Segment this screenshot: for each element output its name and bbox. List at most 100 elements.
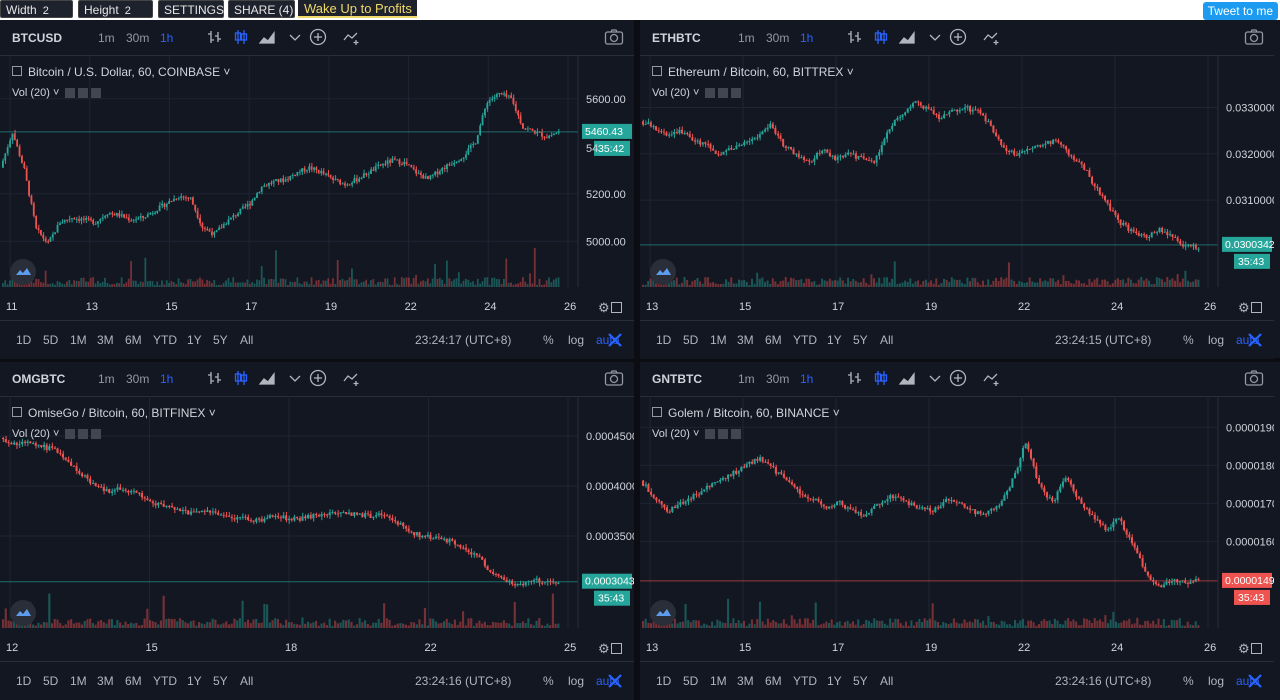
range-5y[interactable]: 5Y — [213, 674, 228, 688]
range-1d[interactable]: 1D — [656, 333, 671, 347]
area-style-icon[interactable] — [898, 369, 916, 387]
interval-30m[interactable]: 30m — [126, 31, 149, 45]
range-all[interactable]: All — [880, 333, 893, 347]
range-5d[interactable]: 5D — [43, 333, 58, 347]
range-6m[interactable]: 6M — [765, 674, 782, 688]
gear-icon[interactable]: ⚙ — [1238, 300, 1250, 316]
range-1y[interactable]: 1Y — [187, 674, 202, 688]
collapse-icon[interactable] — [652, 407, 662, 417]
range-ytd[interactable]: YTD — [793, 333, 817, 347]
range-all[interactable]: All — [880, 674, 893, 688]
chevron-down-icon[interactable]: ˅ — [50, 428, 63, 440]
interval-1h[interactable]: 1h — [800, 372, 813, 386]
gear-icon[interactable] — [78, 88, 89, 99]
collapse-icon[interactable] — [12, 407, 22, 417]
interval-1m[interactable]: 1m — [98, 372, 115, 386]
plus-circle-icon[interactable] — [309, 369, 327, 387]
range-ytd[interactable]: YTD — [153, 333, 177, 347]
eye-icon[interactable] — [65, 88, 76, 99]
range-1m[interactable]: 1M — [710, 333, 727, 347]
chevron-down-icon[interactable] — [286, 28, 304, 46]
close-icon[interactable] — [91, 88, 102, 99]
collapse-icon[interactable] — [652, 66, 662, 76]
plus-circle-icon[interactable] — [309, 28, 327, 46]
symbol-selector[interactable]: BTCUSD — [12, 31, 62, 45]
log-toggle[interactable]: log — [1208, 674, 1224, 688]
range-1y[interactable]: 1Y — [827, 674, 842, 688]
tradingview-logo-icon[interactable] — [10, 259, 36, 285]
symbol-selector[interactable]: ETHBTC — [652, 31, 701, 45]
range-ytd[interactable]: YTD — [153, 674, 177, 688]
range-3m[interactable]: 3M — [737, 333, 754, 347]
range-3m[interactable]: 3M — [97, 333, 114, 347]
range-5y[interactable]: 5Y — [213, 333, 228, 347]
percent-toggle[interactable]: % — [543, 333, 554, 347]
gear-icon[interactable]: ⚙ — [598, 300, 610, 316]
interval-1h[interactable]: 1h — [800, 31, 813, 45]
area-style-icon[interactable] — [898, 28, 916, 46]
fullscreen-icon[interactable] — [611, 302, 622, 313]
wake-up-link[interactable]: Wake Up to Profits — [298, 0, 417, 18]
candle-style-icon[interactable] — [872, 369, 890, 387]
volume-legend[interactable]: Vol (20) ˅ — [12, 428, 102, 440]
range-6m[interactable]: 6M — [125, 674, 142, 688]
close-icon[interactable] — [731, 88, 742, 99]
range-1d[interactable]: 1D — [16, 333, 31, 347]
range-5d[interactable]: 5D — [43, 674, 58, 688]
interval-30m[interactable]: 30m — [766, 372, 789, 386]
interval-1m[interactable]: 1m — [738, 31, 755, 45]
range-1m[interactable]: 1M — [70, 333, 87, 347]
chevron-down-icon[interactable]: ˅ — [843, 65, 854, 79]
close-icon[interactable] — [91, 429, 102, 440]
share-button[interactable]: SHARE (4) — [228, 0, 295, 18]
collapse-icon[interactable] — [12, 66, 22, 76]
series-legend[interactable]: Ethereum / Bitcoin, 60, BITTREX ˅ — [652, 65, 854, 79]
height-selector[interactable]: Height 2 — [78, 0, 153, 18]
series-legend[interactable]: Bitcoin / U.S. Dollar, 60, COINBASE ˅ — [12, 65, 230, 79]
symbol-selector[interactable]: GNTBTC — [652, 372, 702, 386]
range-6m[interactable]: 6M — [765, 333, 782, 347]
close-icon[interactable] — [603, 328, 627, 352]
settings-button[interactable]: SETTINGS — [158, 0, 224, 18]
interval-1m[interactable]: 1m — [98, 31, 115, 45]
interval-1h[interactable]: 1h — [160, 372, 173, 386]
candle-style-icon[interactable] — [232, 28, 250, 46]
range-5y[interactable]: 5Y — [853, 333, 868, 347]
percent-toggle[interactable]: % — [1183, 333, 1194, 347]
indicators-icon[interactable] — [342, 369, 360, 387]
gear-icon[interactable] — [718, 88, 729, 99]
camera-icon[interactable] — [604, 369, 624, 387]
range-3m[interactable]: 3M — [97, 674, 114, 688]
time-axis[interactable]: 13 15 17 19 22 24 26 — [640, 291, 1218, 315]
percent-toggle[interactable]: % — [543, 674, 554, 688]
close-icon[interactable] — [1243, 669, 1267, 693]
plus-circle-icon[interactable] — [949, 28, 967, 46]
interval-1h[interactable]: 1h — [160, 31, 173, 45]
close-icon[interactable] — [603, 669, 627, 693]
plus-circle-icon[interactable] — [949, 369, 967, 387]
range-1m[interactable]: 1M — [710, 674, 727, 688]
tradingview-logo-icon[interactable] — [10, 600, 36, 626]
gear-icon[interactable] — [718, 429, 729, 440]
chevron-down-icon[interactable] — [926, 28, 944, 46]
chevron-down-icon[interactable]: ˅ — [205, 406, 216, 420]
eye-icon[interactable] — [705, 429, 716, 440]
camera-icon[interactable] — [1244, 369, 1264, 387]
indicators-icon[interactable] — [982, 369, 1000, 387]
range-6m[interactable]: 6M — [125, 333, 142, 347]
range-1y[interactable]: 1Y — [827, 333, 842, 347]
bar-style-icon[interactable] — [206, 369, 224, 387]
area-style-icon[interactable] — [258, 28, 276, 46]
log-toggle[interactable]: log — [568, 674, 584, 688]
series-legend[interactable]: Golem / Bitcoin, 60, BINANCE ˅ — [652, 406, 840, 420]
fullscreen-icon[interactable] — [611, 643, 622, 654]
fullscreen-icon[interactable] — [1251, 643, 1262, 654]
interval-1m[interactable]: 1m — [738, 372, 755, 386]
log-toggle[interactable]: log — [1208, 333, 1224, 347]
tradingview-logo-icon[interactable] — [650, 259, 676, 285]
eye-icon[interactable] — [65, 429, 76, 440]
time-axis[interactable]: 12 15 18 22 25 — [0, 632, 578, 656]
range-3m[interactable]: 3M — [737, 674, 754, 688]
range-5d[interactable]: 5D — [683, 333, 698, 347]
indicators-icon[interactable] — [342, 28, 360, 46]
